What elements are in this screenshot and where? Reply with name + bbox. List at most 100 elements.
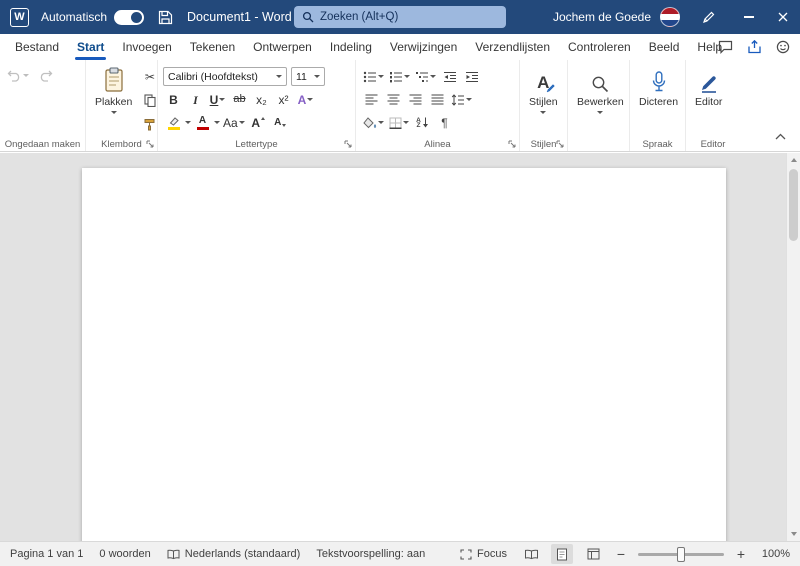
increase-indent-button[interactable] [461,66,482,87]
multilevel-list-button[interactable] [413,66,438,87]
font-size-select[interactable]: 11 [291,67,325,86]
document-title[interactable]: Document1 - Word [187,10,292,24]
highlight-dropdown-icon[interactable] [185,121,191,124]
document-page[interactable] [82,168,726,566]
share-icon[interactable] [747,40,762,54]
align-center-button[interactable] [383,89,404,110]
paste-button[interactable]: Plakken [91,65,136,133]
autosave-toggle[interactable] [114,9,145,25]
align-center-icon [387,94,400,105]
vertical-scrollbar[interactable] [786,153,800,541]
search-input[interactable] [320,11,480,23]
minimize-button[interactable] [732,0,766,34]
superscript-button[interactable]: x² [273,89,294,110]
styles-dialog-launcher[interactable] [554,138,565,149]
font-color-button[interactable]: A [192,112,213,133]
strikethrough-button[interactable]: ab [229,89,250,110]
clipboard-dialog-launcher[interactable] [144,138,155,149]
scrollbar-thumb[interactable] [789,169,798,241]
text-effects-button[interactable]: A [295,89,316,110]
zoom-slider-thumb[interactable] [677,546,685,562]
editor-button[interactable]: Editor [691,65,726,133]
tab-controleren[interactable]: Controleren [559,34,640,60]
align-left-button[interactable] [361,89,382,110]
redo-button[interactable] [35,65,56,86]
tab-indeling[interactable]: Indeling [321,34,381,60]
tab-bestand[interactable]: Bestand [6,34,68,60]
scroll-up-button[interactable] [787,153,800,167]
scroll-down-icon [791,532,797,536]
shading-button[interactable] [361,112,386,133]
tab-invoegen[interactable]: Invoegen [113,34,180,60]
focus-button[interactable]: Focus [460,548,507,560]
editing-button[interactable]: Bewerken [573,65,628,133]
ink-pen-button[interactable] [702,10,716,24]
highlight-icon [169,116,179,126]
tab-verwijzingen[interactable]: Verwijzingen [381,34,466,60]
zoom-out-button[interactable]: − [613,546,629,562]
search-box[interactable] [294,6,506,28]
read-mode-button[interactable] [520,544,542,564]
scroll-down-button[interactable] [787,527,800,541]
tab-start[interactable]: Start [68,34,113,60]
feedback-smiley-icon[interactable] [776,40,790,54]
ribbon-group-undo: Ongedaan maken [0,60,86,151]
styles-button[interactable]: A Stijlen [525,65,562,133]
font-name-select[interactable]: Calibri (Hoofdtekst) [163,67,287,86]
sort-button[interactable]: A Z [412,112,433,133]
font-color-dropdown-icon[interactable] [214,121,220,124]
zoom-level[interactable]: 100% [758,548,790,560]
undo-button[interactable] [5,65,31,86]
word-app-icon[interactable]: W [10,7,29,27]
align-right-button[interactable] [405,89,426,110]
tab-ontwerpen[interactable]: Ontwerpen [244,34,321,60]
tab-beeld[interactable]: Beeld [640,34,689,60]
borders-icon [389,117,402,129]
italic-button[interactable]: I [185,89,206,110]
collapse-ribbon-button[interactable] [773,126,788,145]
account-name[interactable]: Jochem de Goede [553,10,651,24]
tab-verzendlijsten[interactable]: Verzendlijsten [466,34,559,60]
underline-icon: U [209,92,219,107]
word-count[interactable]: 0 woorden [99,548,150,560]
ink-pen-icon [703,11,715,23]
copy-icon [144,94,156,107]
font-group-label: Lettertype [235,139,278,150]
bullets-button[interactable] [361,66,386,87]
borders-button[interactable] [387,112,411,133]
web-layout-button[interactable] [582,544,604,564]
tab-tekenen[interactable]: Tekenen [181,34,244,60]
show-marks-button[interactable]: ¶ [434,112,455,133]
justify-button[interactable] [427,89,448,110]
ribbon-group-styles: A Stijlen Stijlen [520,60,568,151]
sort-icon: A Z [416,116,421,129]
subscript-button[interactable]: x₂ [251,89,272,110]
change-case-button[interactable]: Aa [221,112,247,133]
bold-button[interactable]: B [163,89,184,110]
user-avatar[interactable] [660,7,680,27]
zoom-in-button[interactable]: + [733,546,749,562]
decrease-indent-button[interactable] [439,66,460,87]
dialog-launcher-icon [556,140,563,147]
comments-icon[interactable] [718,40,733,54]
page-indicator[interactable]: Pagina 1 van 1 [10,548,83,560]
shrink-font-button[interactable]: A [270,112,291,133]
text-prediction-indicator[interactable]: Tekstvoorspelling: aan [316,548,425,560]
zoom-slider[interactable] [638,546,724,562]
undo-dropdown-icon [23,74,29,77]
editor-label: Editor [695,96,723,108]
grow-font-button[interactable]: A [248,112,269,133]
line-spacing-button[interactable] [449,89,474,110]
underline-button[interactable]: U [207,89,228,110]
highlight-button[interactable] [163,112,184,133]
paragraph-dialog-launcher[interactable] [506,138,517,149]
language-indicator[interactable]: Nederlands (standaard) [167,548,300,560]
numbering-button[interactable] [387,66,412,87]
save-button[interactable] [158,10,173,25]
print-layout-button[interactable] [551,544,573,564]
format-painter-icon [144,119,155,131]
editing-dropdown-icon [597,111,604,114]
dictate-button[interactable]: Dicteren [635,65,682,133]
close-button[interactable] [766,0,800,34]
font-dialog-launcher[interactable] [342,138,353,149]
